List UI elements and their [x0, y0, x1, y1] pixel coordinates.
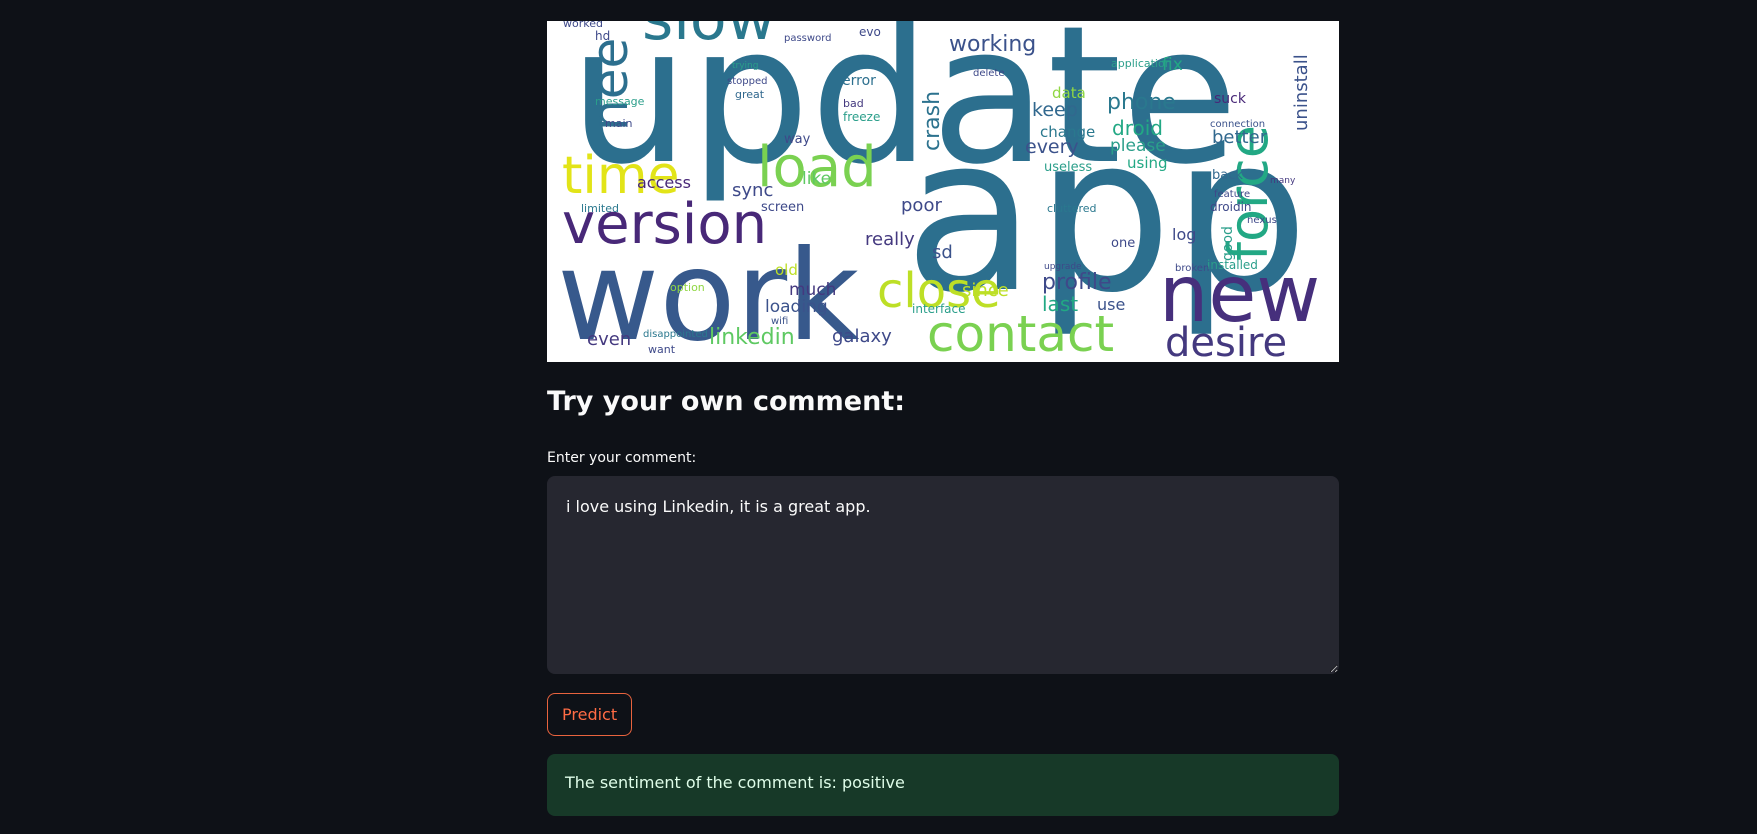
comment-field-label: Enter your comment: — [547, 450, 697, 466]
section-title: Try your own comment: — [547, 386, 906, 417]
word-cloud-word: better — [1212, 127, 1268, 148]
word-cloud-word: nexus — [1247, 215, 1277, 226]
word-cloud-word: poor — [901, 195, 942, 216]
word-cloud-word: really — [865, 229, 915, 250]
word-cloud-word: worked — [563, 21, 603, 30]
word-cloud-word: phone — [1107, 90, 1176, 115]
word-cloud-word: uninstall — [1291, 54, 1312, 131]
word-cloud-word: since — [962, 280, 1009, 301]
word-cloud-word: even — [587, 329, 631, 350]
word-cloud-word: sync — [732, 180, 773, 201]
word-cloud-word: last — [1042, 292, 1078, 316]
word-cloud-word: screen — [761, 200, 804, 215]
word-cloud-word: loading — [765, 297, 828, 317]
word-cloud-word: suck — [1214, 91, 1247, 107]
word-cloud-word: message — [595, 95, 645, 108]
word-cloud-word: main — [605, 117, 633, 130]
word-cloud-word: slow — [642, 21, 776, 54]
word-cloud-word: great — [735, 88, 765, 101]
word-cloud-word: data — [1052, 84, 1086, 102]
word-cloud-word: way — [784, 132, 811, 147]
word-cloud-word: many — [1270, 176, 1296, 186]
word-cloud-word: stopped — [727, 76, 767, 87]
word-cloud-word: change — [1040, 123, 1095, 141]
word-cloud-word: please — [1110, 136, 1166, 156]
word-cloud-word: desire — [1165, 320, 1287, 362]
word-cloud-word: galaxy — [832, 326, 892, 347]
word-cloud-word: error — [842, 73, 876, 89]
word-cloud-word: using — [1127, 154, 1168, 172]
word-cloud-word: linkedin — [709, 325, 795, 350]
word-cloud-word: evo — [859, 25, 881, 39]
word-cloud-word: interface — [912, 302, 966, 316]
word-cloud-word: limited — [581, 202, 619, 215]
word-cloud-word: use — [1097, 295, 1125, 314]
word-cloud-word: upgrade — [1044, 262, 1082, 272]
word-cloud-word: old — [775, 261, 798, 279]
word-cloud-word: feature — [1214, 189, 1250, 200]
word-cloud-word: like — [802, 169, 831, 189]
word-cloud-word: crash — [920, 91, 945, 151]
word-cloud-word: access — [637, 173, 691, 192]
word-cloud-word: password — [784, 33, 831, 44]
word-cloud-word: working — [949, 32, 1036, 57]
word-cloud-word: freeze — [843, 110, 880, 124]
word-cloud-word: want — [648, 343, 676, 356]
word-cloud-word: droidin — [1210, 200, 1252, 214]
word-cloud-word: bad — [843, 97, 864, 110]
word-cloud-word: application — [1111, 57, 1172, 70]
word-cloud-word: sd — [932, 242, 953, 263]
word-cloud-word: one — [1111, 236, 1135, 251]
word-cloud-word: disappointed — [643, 329, 708, 340]
word-cloud-image: update app work version load time new force clos… — [547, 21, 1339, 362]
word-cloud-word: connection — [1210, 119, 1265, 130]
sentiment-result-alert: The sentiment of the comment is: positiv… — [547, 754, 1339, 816]
word-cloud-word: load — [757, 135, 877, 200]
word-cloud-word: broken — [1175, 263, 1209, 274]
word-cloud-word: delete — [973, 68, 1005, 79]
word-cloud-word: keep — [1032, 99, 1078, 121]
word-cloud-word: log — [1172, 225, 1196, 244]
word-cloud-word: cluttered — [1047, 202, 1097, 215]
word-cloud-word: wifi — [771, 316, 788, 327]
word-cloud-word: useless — [1044, 160, 1092, 175]
word-cloud-word: back — [1212, 168, 1243, 183]
comment-textarea[interactable]: i love using Linkedin, it is a great app… — [547, 476, 1339, 674]
word-cloud-word: installed — [1207, 258, 1258, 272]
word-cloud-word: option — [670, 281, 705, 294]
word-cloud-word: trying — [732, 61, 758, 71]
predict-button[interactable]: Predict — [547, 693, 633, 736]
word-cloud-svg: updateappworkversionloadtimenewforceclos… — [557, 21, 1320, 362]
word-cloud-word: good — [1220, 226, 1236, 261]
word-cloud-word: hd — [595, 29, 610, 43]
